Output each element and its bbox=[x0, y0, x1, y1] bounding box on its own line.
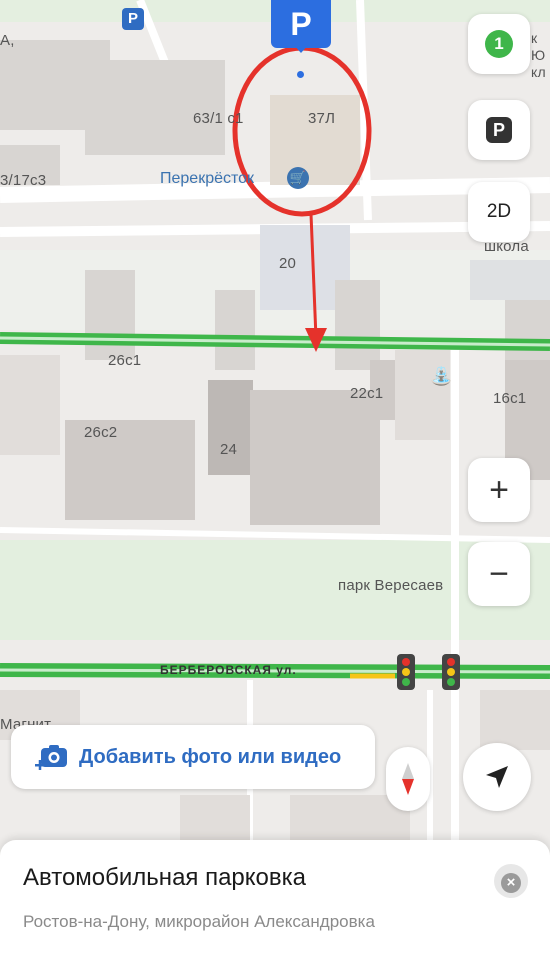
map-label: 26с2 bbox=[84, 424, 118, 441]
place-title: Автомобильная парковка bbox=[23, 864, 307, 891]
parking-marker-point bbox=[297, 71, 304, 78]
minus-icon: − bbox=[489, 555, 509, 593]
zoom-in-button[interactable]: + bbox=[468, 458, 530, 522]
camera-add-icon bbox=[35, 745, 67, 770]
street-label: БЕРБЕРОВСКАЯ ул. bbox=[160, 663, 297, 677]
plus-icon: + bbox=[489, 471, 509, 509]
map-label: 37Л bbox=[308, 110, 336, 127]
map-label: 24 bbox=[220, 441, 238, 458]
compass-button[interactable] bbox=[386, 747, 430, 811]
add-photo-button[interactable]: Добавить фото или видео bbox=[11, 725, 375, 789]
map-label: 26с1 bbox=[108, 352, 142, 369]
map-label: 63/1 с1 bbox=[193, 110, 244, 127]
map-label: 20 bbox=[279, 255, 297, 272]
basket-icon[interactable]: 🛒 bbox=[287, 167, 309, 189]
parking-marker-tail bbox=[293, 44, 309, 53]
place-address: Ростов-на-Дону, микрорайон Александровка bbox=[23, 912, 375, 931]
map-label: к bbox=[531, 30, 538, 46]
fountain-icon: ⛲ bbox=[430, 366, 453, 386]
traffic-level-badge: 1 bbox=[485, 30, 513, 58]
compass-icon bbox=[402, 763, 414, 795]
add-photo-label: Добавить фото или видео bbox=[79, 745, 342, 768]
map-label: А, bbox=[0, 32, 15, 49]
close-icon: × bbox=[501, 873, 521, 893]
map-label: 3/17с3 bbox=[0, 172, 47, 189]
park-label: парк Вересаев bbox=[338, 577, 444, 594]
close-button[interactable]: × bbox=[494, 864, 528, 898]
view-mode-button[interactable]: 2D bbox=[468, 182, 530, 242]
parking-icon[interactable]: P bbox=[122, 8, 144, 30]
place-card[interactable]: Автомобильная парковка Ростов-на-Дону, м… bbox=[0, 840, 550, 960]
zoom-out-button[interactable]: − bbox=[468, 542, 530, 606]
map-label: 22с1 bbox=[350, 385, 384, 402]
map-label: Ю bbox=[531, 47, 546, 63]
map-label: 16с1 bbox=[493, 390, 527, 407]
parking-layer-icon: P bbox=[486, 117, 512, 143]
poi-label[interactable]: Перекрёсток bbox=[160, 170, 254, 188]
location-arrow-icon bbox=[486, 766, 508, 788]
locate-me-button[interactable] bbox=[463, 743, 531, 811]
map-label: кл bbox=[531, 64, 546, 80]
traffic-button[interactable]: 1 bbox=[468, 14, 530, 74]
parking-layer-button[interactable]: P bbox=[468, 100, 530, 160]
view-mode-label: 2D bbox=[486, 201, 512, 222]
parking-marker[interactable]: P bbox=[271, 0, 331, 48]
